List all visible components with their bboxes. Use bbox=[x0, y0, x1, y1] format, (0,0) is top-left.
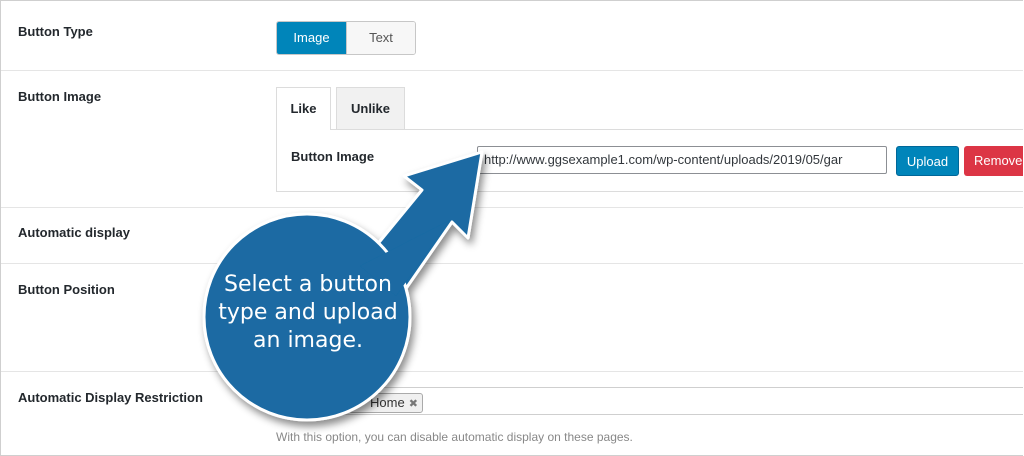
row-button-position: Button Position bbox=[1, 264, 1023, 372]
button-type-toggle: Image Text bbox=[276, 21, 416, 55]
callout-text: Select a button type and upload an image… bbox=[208, 271, 408, 355]
row-button-type: Button Type Image Text bbox=[1, 1, 1023, 71]
remove-button[interactable]: Remove bbox=[964, 146, 1023, 176]
callout-line-2: type and upload bbox=[218, 300, 398, 325]
selected-page-tag-label: Home bbox=[370, 395, 405, 410]
button-type-image-option[interactable]: Image bbox=[277, 22, 346, 54]
automatic-display-label: Automatic display bbox=[18, 225, 130, 240]
callout-line-1: Select a button bbox=[224, 272, 392, 297]
selected-page-tag: Home ✖ bbox=[349, 393, 423, 413]
tab-like[interactable]: Like bbox=[276, 87, 331, 130]
button-image-field-label: Button Image bbox=[291, 149, 375, 164]
button-type-text-option[interactable]: Text bbox=[346, 22, 415, 54]
button-position-label: Button Position bbox=[18, 282, 115, 297]
tab-unlike[interactable]: Unlike bbox=[336, 87, 405, 129]
restriction-help-text: With this option, you can disable automa… bbox=[276, 430, 633, 444]
callout-line-3: an image. bbox=[253, 328, 363, 353]
button-image-label: Button Image bbox=[18, 89, 102, 104]
button-image-url-input[interactable]: http://www.ggsexample1.com/wp-content/up… bbox=[477, 146, 887, 174]
button-type-label: Button Type bbox=[18, 24, 93, 39]
settings-form: Button Type Image Text Button Image Like… bbox=[0, 0, 1023, 456]
row-automatic-display: Automatic display bbox=[1, 208, 1023, 264]
automatic-display-restriction-label: Automatic Display Restriction bbox=[18, 390, 203, 405]
remove-tag-icon[interactable]: ✖ bbox=[409, 398, 418, 410]
upload-button[interactable]: Upload bbox=[896, 146, 959, 176]
